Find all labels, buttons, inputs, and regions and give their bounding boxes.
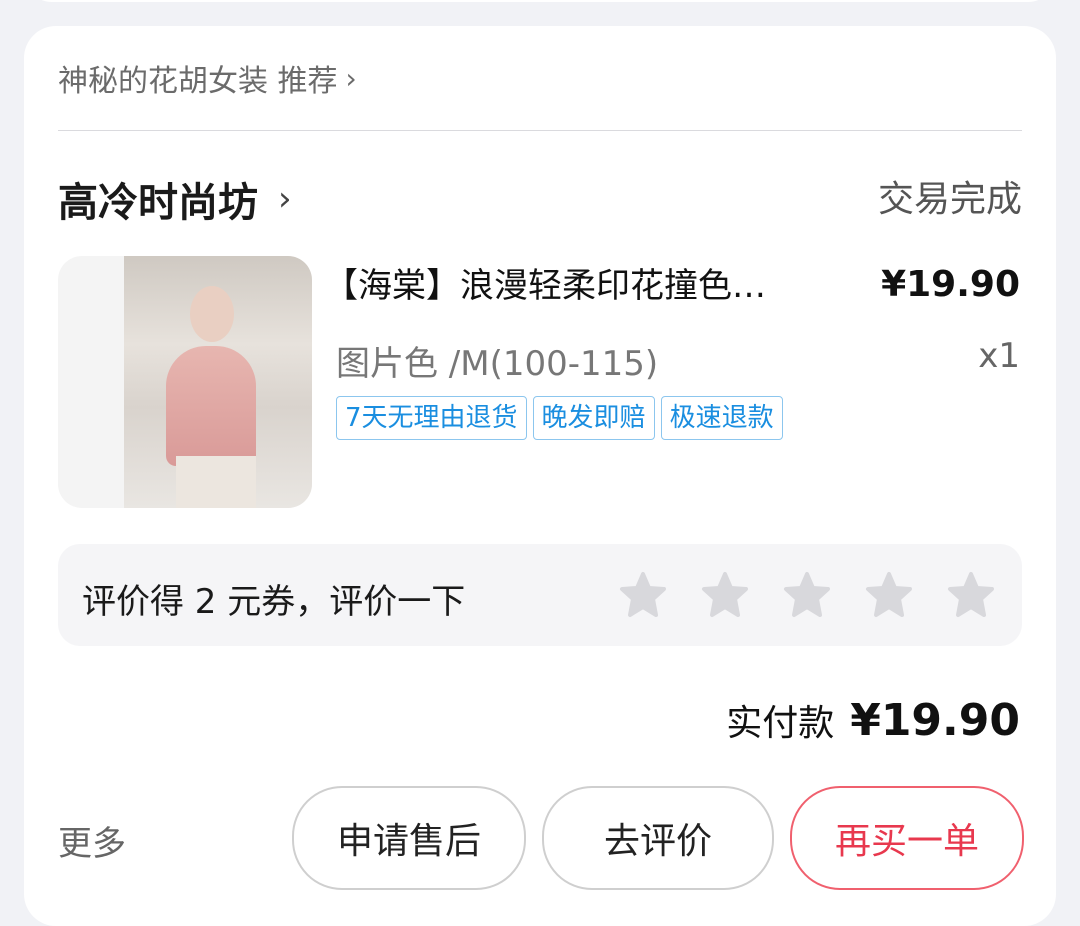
model-top [166, 346, 256, 466]
product-price: ¥19.90 [881, 264, 1020, 305]
order-card: 神秘的花胡女装 推荐 › 高冷时尚坊 › 交易完成 【海棠】浪漫轻柔印花撞色… … [24, 26, 1056, 926]
tag-late-compensation: 晚发即赔 [532, 396, 655, 440]
more-button[interactable]: 更多 [58, 816, 126, 865]
review-button[interactable]: 去评价 [542, 786, 774, 890]
star-icon-5[interactable] [946, 570, 996, 620]
star-rating[interactable] [618, 570, 996, 620]
chevron-right-icon: › [278, 179, 292, 219]
tag-return: 7天无理由退货 [336, 396, 527, 440]
after-sales-button[interactable]: 申请售后 [292, 786, 526, 890]
tag-fast-refund: 极速退款 [660, 396, 783, 440]
product-image[interactable] [58, 256, 312, 508]
star-icon-3[interactable] [782, 570, 832, 620]
review-prompt-text: 评价得 2 元券，评价一下 [82, 582, 466, 622]
star-icon-4[interactable] [864, 570, 914, 620]
shop-name: 高冷时尚坊 [58, 180, 258, 226]
rebuy-button[interactable]: 再买一单 [790, 786, 1024, 890]
recommendation-text: 神秘的花胡女装 推荐 [58, 64, 338, 99]
star-icon-1[interactable] [618, 570, 668, 620]
shop-name-link[interactable]: 高冷时尚坊 › [58, 170, 292, 228]
product-spec: 图片色 /M(100-115) [336, 344, 659, 384]
star-icon-2[interactable] [700, 570, 750, 620]
product-title[interactable]: 【海棠】浪漫轻柔印花撞色… [324, 258, 844, 307]
order-status: 交易完成 [877, 179, 1022, 220]
divider [58, 130, 1022, 131]
service-tags: 7天无理由退货 晚发即赔 极速退款 [336, 396, 783, 440]
payment-amount: ¥19.90 [850, 695, 1020, 746]
payment-label: 实付款 [726, 703, 835, 744]
chevron-right-icon: › [345, 61, 357, 95]
previous-order-card [24, 0, 1056, 2]
store-recommendation-link[interactable]: 神秘的花胡女装 推荐 › [58, 58, 357, 100]
model-skirt [176, 456, 256, 508]
product-quantity: x1 [978, 336, 1020, 376]
model-head [190, 286, 234, 342]
payment-summary: 实付款 ¥19.90 [726, 694, 1020, 746]
review-prompt-box[interactable]: 评价得 2 元券，评价一下 [58, 544, 1022, 646]
